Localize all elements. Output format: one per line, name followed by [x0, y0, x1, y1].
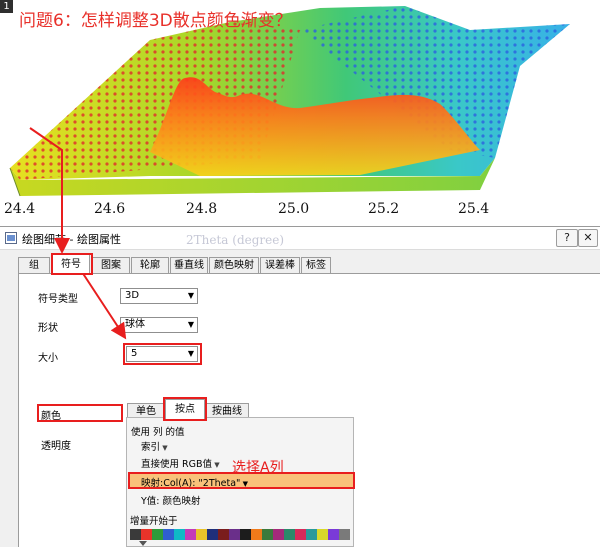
- by-points-highlight: [163, 397, 207, 421]
- arrow-to-size-field: [81, 271, 127, 340]
- arrow-to-symbol-tab: [29, 127, 70, 254]
- symbol-tab-highlight: [51, 253, 93, 275]
